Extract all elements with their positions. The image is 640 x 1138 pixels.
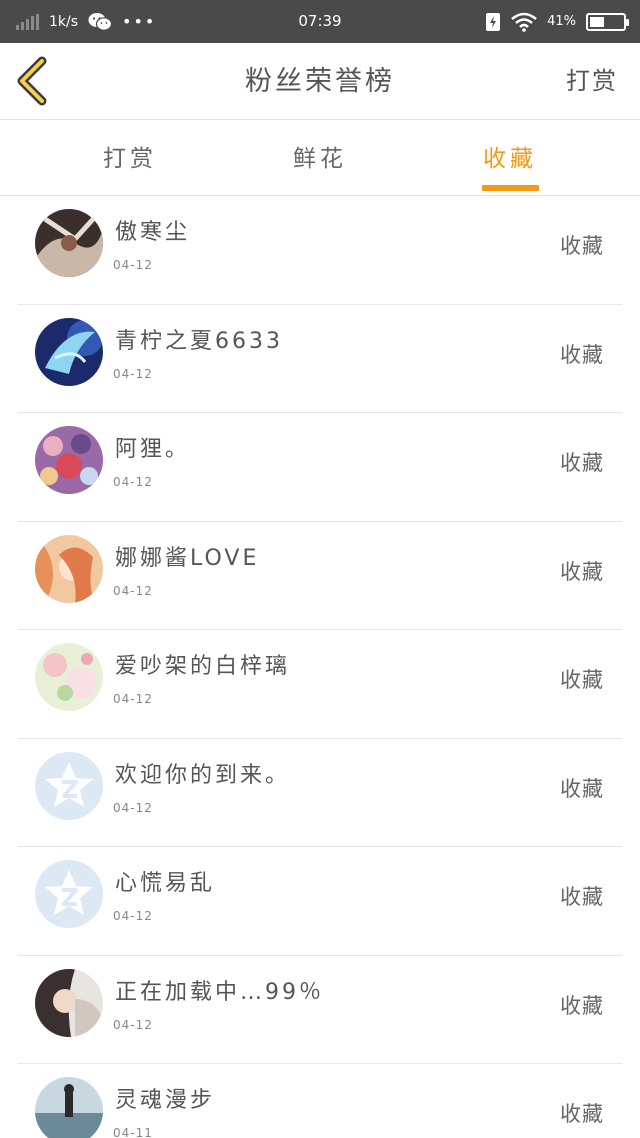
tab-flowers[interactable]: 鲜花 [270,121,370,196]
fan-date: 04-12 [113,475,153,489]
favorite-label: 收藏 [560,885,604,909]
fan-date: 04-12 [113,583,153,598]
list-item[interactable]: 娜娜酱LOVE 04-12 收藏 [18,522,622,630]
fan-name: 娜娜酱LOVE [115,545,260,571]
favorite-label: 收藏 [560,668,604,692]
tab-reward[interactable]: 打赏 [80,121,180,196]
favorite-label: 收藏 [560,993,604,1018]
fan-name: 心慌易乱 [115,871,216,896]
avatar[interactable] [35,534,103,603]
avatar[interactable] [35,209,103,277]
favorite-label: 收藏 [560,451,604,475]
list-item[interactable]: 心慌易乱 04-12 收藏 [18,847,622,956]
list-item[interactable]: 灵魂漫步 04-11 收藏 [18,1064,622,1138]
fan-name: 爱吵架的白梓璃 [115,654,291,679]
battery-icon [586,12,629,31]
fan-name: 阿狸。 [115,437,191,462]
fan-date: 04-12 [113,909,153,923]
fan-name: 青柠之夏6633 [115,328,283,354]
active-tab-indicator [482,185,539,191]
fan-date: 04-11 [113,1126,153,1138]
fan-date: 04-12 [113,692,153,706]
fan-name: 正在加载中…99％ [115,979,324,1005]
list-item[interactable]: 欢迎你的到来。 04-12 收藏 [18,739,622,847]
favorite-label: 收藏 [560,342,604,367]
list-item[interactable]: 傲寒尘 04-12 收藏 [18,196,622,305]
fan-date: 04-12 [113,258,153,272]
tab-bar: 打赏 鲜花 收藏 [0,121,640,196]
list-item[interactable]: 青柠之夏6633 04-12 收藏 [18,305,622,413]
avatar[interactable] [35,643,103,711]
charging-sim-icon [486,12,501,31]
list-item[interactable]: 正在加载中…99％ 04-12 收藏 [18,956,622,1064]
list-item[interactable]: 爱吵架的白梓璃 04-12 收藏 [18,630,622,739]
favorite-label: 收藏 [560,559,604,584]
wifi-icon [511,12,537,32]
favorite-label: 收藏 [560,234,604,258]
status-bar: 1k/s ••• 07:39 41% [0,0,640,43]
avatar[interactable] [35,1077,103,1138]
fan-name: 灵魂漫步 [115,1088,216,1113]
fan-name: 傲寒尘 [115,220,191,245]
favorite-label: 收藏 [560,776,604,801]
fan-date: 04-12 [113,1017,153,1032]
page-title: 粉丝荣誉榜 [245,66,395,97]
list-item[interactable]: 阿狸。 04-12 收藏 [18,413,622,522]
battery-percent: 41% [547,14,576,29]
default-avatar-icon[interactable] [35,751,103,820]
avatar[interactable] [35,317,103,386]
default-avatar-icon[interactable] [35,860,103,928]
favorite-label: 收藏 [560,1102,604,1126]
app-header: 粉丝荣誉榜 打赏 [0,43,640,120]
fan-date: 04-12 [113,366,153,381]
avatar[interactable] [35,968,103,1037]
fan-name: 欢迎你的到来。 [115,762,291,788]
reward-button[interactable]: 打赏 [566,43,618,120]
avatar[interactable] [35,426,103,494]
fan-date: 04-12 [113,800,153,815]
fan-list: 傲寒尘 04-12 收藏 青柠之夏6633 04-12 收藏 阿狸。 04-12 收藏 娜娜酱LO… [18,196,622,1138]
